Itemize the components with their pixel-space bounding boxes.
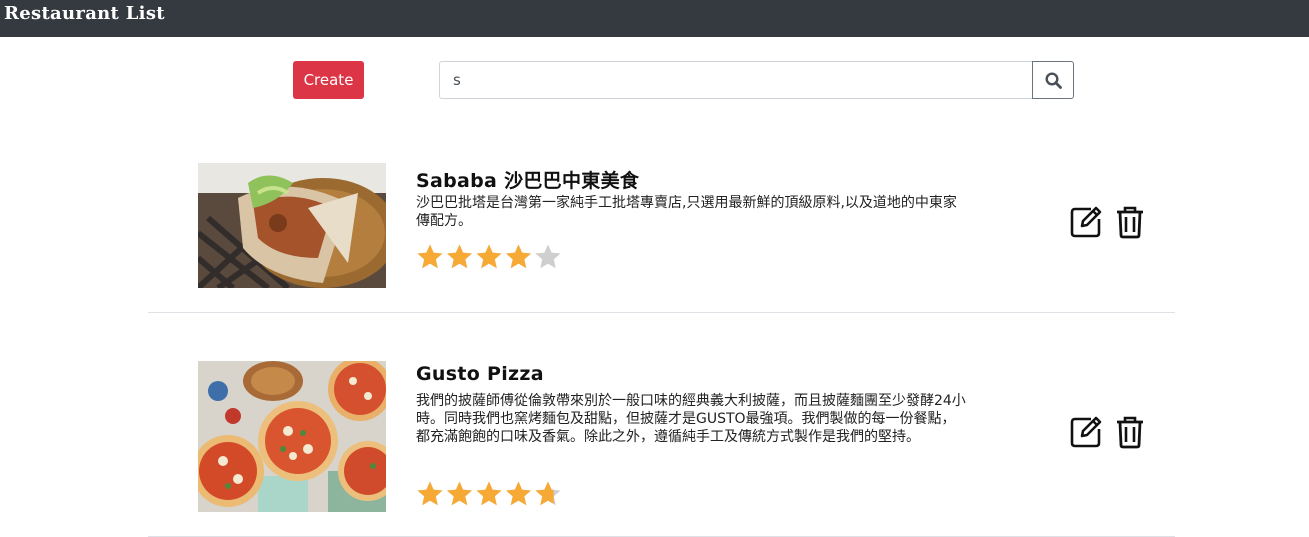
star-icon bbox=[535, 481, 561, 506]
star-icon bbox=[417, 244, 443, 269]
navbar: Restaurant List bbox=[0, 0, 1309, 37]
star-icon bbox=[447, 481, 472, 506]
star-icon bbox=[506, 481, 531, 506]
star-icon bbox=[447, 244, 472, 269]
create-button[interactable]: Create bbox=[293, 61, 364, 99]
restaurant-name[interactable]: Sababa 沙巴巴中東美食 bbox=[416, 166, 639, 193]
star-icon bbox=[476, 481, 502, 506]
trash-icon[interactable] bbox=[1113, 205, 1147, 239]
brand-title[interactable]: Restaurant List bbox=[4, 3, 165, 24]
star-icon bbox=[535, 244, 561, 269]
search-input[interactable] bbox=[439, 61, 1033, 99]
restaurant-name[interactable]: Gusto Pizza bbox=[416, 363, 544, 385]
star-icon bbox=[506, 244, 531, 269]
restaurant-photo[interactable] bbox=[198, 163, 386, 288]
search-icon bbox=[1044, 71, 1062, 89]
restaurant-card: Gusto Pizza 我們的披薩師傅從倫敦帶來別於一般口味的經典義大利披薩，而… bbox=[148, 340, 1175, 537]
edit-icon[interactable] bbox=[1069, 205, 1103, 239]
restaurant-card: Sababa 沙巴巴中東美食 沙巴巴批塔是台灣第一家純手工批塔專賣店,只選用最新… bbox=[148, 140, 1175, 313]
restaurant-description: 我們的披薩師傅從倫敦帶來別於一般口味的經典義大利披薩，而且披薩麵團至少發酵24小… bbox=[416, 393, 966, 445]
star-icon bbox=[417, 481, 443, 506]
edit-icon[interactable] bbox=[1069, 415, 1103, 449]
star-icon bbox=[476, 244, 502, 269]
trash-icon[interactable] bbox=[1113, 415, 1147, 449]
rating-stars bbox=[416, 243, 564, 273]
search-button[interactable] bbox=[1032, 61, 1074, 99]
restaurant-description: 沙巴巴批塔是台灣第一家純手工批塔專賣店,只選用最新鮮的頂級原料,以及道地的中東家… bbox=[416, 195, 957, 229]
rating-stars bbox=[416, 480, 564, 510]
restaurant-photo[interactable] bbox=[198, 361, 386, 512]
